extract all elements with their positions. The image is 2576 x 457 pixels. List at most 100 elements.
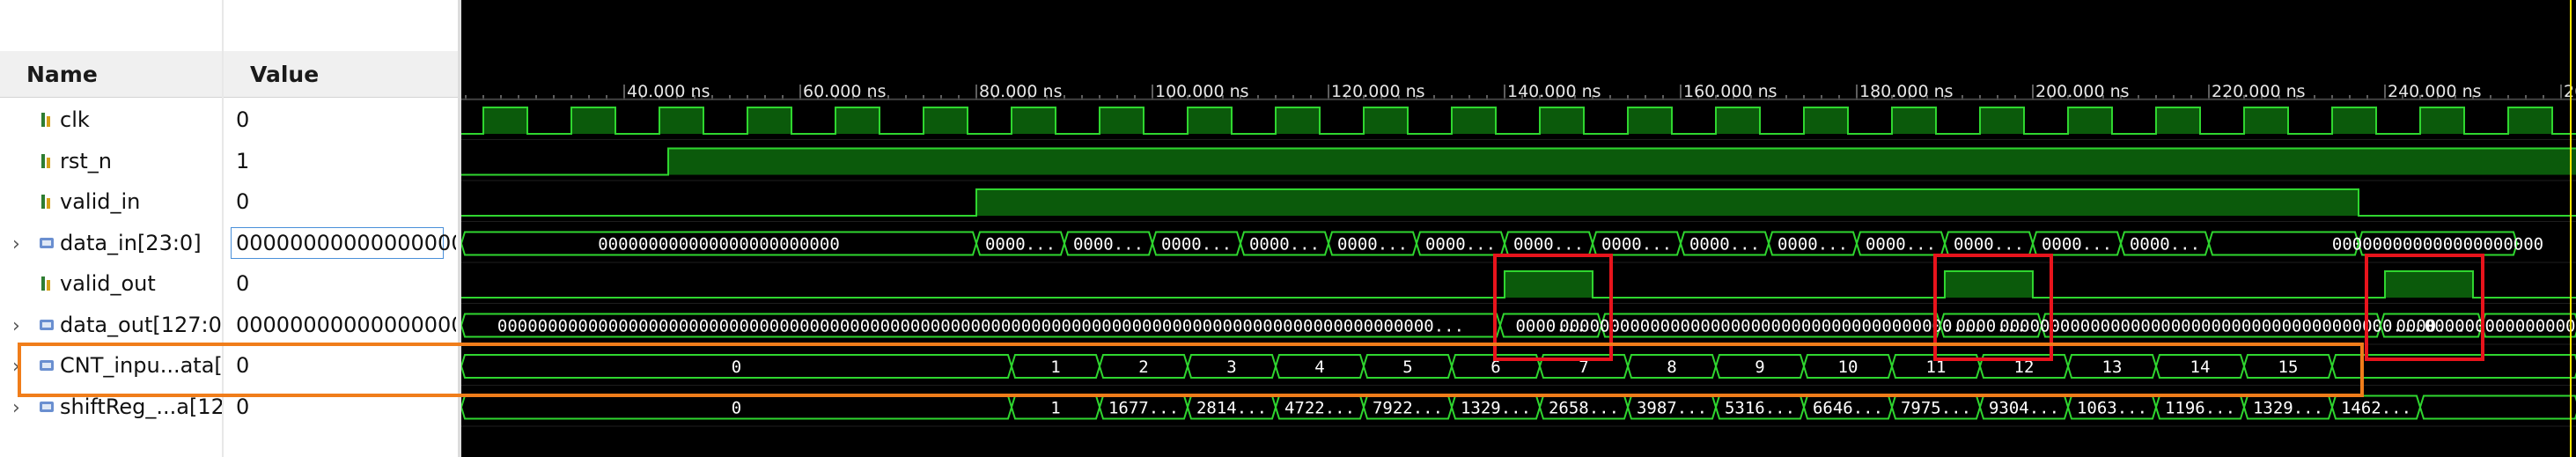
signal-name-label: valid_in: [60, 189, 141, 214]
shiftreg-value: 1462...: [2341, 399, 2411, 418]
signal-value-text: 0: [236, 189, 250, 214]
data-out-value: 000000000000000000000000000000000000000.…: [1559, 317, 1982, 336]
data-in-value: 0000...: [2042, 235, 2112, 254]
cnt-value: 14: [2190, 357, 2211, 377]
data-in-value: 0000...: [1161, 235, 1232, 254]
clk-high-fill: [659, 107, 703, 134]
shiftreg-value: 2658...: [1549, 399, 1619, 418]
clk-high-fill: [924, 107, 968, 134]
clk-high-fill: [835, 107, 880, 134]
signal-value-text: 1: [236, 148, 250, 173]
signal-value-row[interactable]: 1: [224, 142, 458, 182]
clk-high-fill: [747, 107, 791, 134]
data-in-value: 0000...: [1954, 235, 2024, 254]
signal-value-row[interactable]: 0: [224, 264, 458, 305]
signal-name-panel: Name clk rst_n valid_in › data_in[23:0]valid…: [0, 0, 222, 457]
data-in-value: 0000...: [1425, 235, 1496, 254]
shiftreg-value: 5316...: [1725, 399, 1795, 418]
signal-row-data-out-127-0-[interactable]: › data_out[127:0]: [0, 306, 222, 346]
shiftreg-value: 1196...: [2165, 399, 2235, 418]
bit-signal-icon: [41, 195, 50, 209]
bit-signal-icon: [41, 153, 50, 168]
valid-out-high-fill: [1945, 271, 2033, 298]
data-in-value: 0000...: [985, 235, 1056, 254]
name-header-label: Name: [26, 62, 98, 87]
shiftreg-value: 1329...: [2253, 399, 2323, 418]
data-in-value: 0000...: [1689, 235, 1760, 254]
shiftreg-value: 1677...: [1108, 399, 1179, 418]
signal-value-text: 00000000000000000000: [236, 230, 456, 255]
clk-high-fill: [1892, 107, 1936, 134]
bus-signal-icon: [40, 237, 54, 248]
expand-chevron-icon[interactable]: ›: [12, 356, 20, 378]
bus-signal-icon: [40, 360, 54, 371]
shiftreg-value: 4722...: [1284, 399, 1355, 418]
data-in-value: 0000...: [1337, 235, 1408, 254]
signal-value-text: 0: [236, 107, 250, 132]
cnt-value: 8: [1667, 357, 1676, 377]
clk-high-fill: [1276, 107, 1320, 134]
signal-row-valid-in[interactable]: valid_in: [0, 182, 222, 223]
data-in-value: 0000...: [1866, 235, 1936, 254]
signal-row-valid-out[interactable]: valid_out: [0, 264, 222, 305]
clk-high-fill: [2156, 107, 2200, 134]
shiftreg-value: 6646...: [1813, 399, 1883, 418]
clk-high-fill: [1188, 107, 1232, 134]
signal-name-label: rst_n: [60, 148, 112, 173]
clk-high-fill: [2068, 107, 2112, 134]
signal-name-label: shiftReg_...a[127: [60, 394, 222, 419]
rst-n-high-fill: [668, 148, 2576, 175]
signal-value-row[interactable]: 0: [224, 100, 458, 141]
value-column-header[interactable]: Value: [224, 51, 458, 98]
clk-high-fill: [1804, 107, 1848, 134]
cnt-value: 0: [732, 357, 741, 377]
waveform-canvas[interactable]: 40.000 ns 60.000 ns 80.000 ns 100.000 ns 120…: [461, 0, 2576, 457]
valid-in-high-fill: [976, 189, 2359, 216]
signal-value-text: 00000000000000000000: [236, 312, 456, 337]
clk-high-fill: [1716, 107, 1760, 134]
clk-high-fill: [1364, 107, 1408, 134]
signal-name-label: data_in[23:0]: [60, 230, 202, 255]
clk-high-fill: [1540, 107, 1584, 134]
expand-chevron-icon[interactable]: ›: [12, 397, 20, 419]
shiftreg-segment: [2418, 394, 2576, 420]
shiftreg-value: 7922...: [1373, 399, 1443, 418]
clk-high-fill: [1980, 107, 2024, 134]
cnt-value: 3: [1226, 357, 1236, 377]
bit-signal-icon: [41, 276, 50, 291]
signal-row-shiftreg-a-127[interactable]: › shiftReg_...a[127: [0, 387, 222, 428]
valid-out-high-fill: [1505, 271, 1593, 298]
data-out-value: 0000000000000000000000000000000000000000…: [497, 317, 1464, 336]
valid-out-high-fill: [2385, 271, 2473, 298]
signal-value-row[interactable]: 0: [224, 387, 458, 428]
signal-value-text: 0: [236, 271, 250, 296]
expand-chevron-icon[interactable]: ›: [12, 315, 20, 337]
signal-row-data-in-23-0-[interactable]: › data_in[23:0]: [0, 224, 222, 264]
signal-row-cnt-inpu-ata-3[interactable]: › CNT_inpu...ata[3: [0, 346, 222, 387]
name-column-header[interactable]: Name: [0, 51, 222, 98]
cnt-value: 1: [1050, 357, 1060, 377]
signal-name-label: data_out[127:0]: [60, 312, 222, 337]
signal-value-row[interactable]: 00000000000000000000: [224, 306, 458, 346]
data-out-value: 000000000000000000000: [2425, 317, 2576, 336]
bus-signal-icon: [40, 319, 54, 330]
data-in-value: 0000...: [2130, 235, 2200, 254]
signal-value-text: 0: [236, 394, 250, 419]
signal-row-clk[interactable]: clk: [0, 100, 222, 141]
signal-value-row[interactable]: 0: [224, 346, 458, 387]
clk-high-fill: [2508, 107, 2552, 134]
data-out-value: 000000000000000000000000000000000000000.…: [1999, 317, 2422, 336]
shiftreg-value: 0: [732, 399, 741, 418]
signal-name-label: clk: [60, 107, 90, 132]
signal-value-text: 0: [236, 353, 250, 378]
signal-value-row[interactable]: 0: [224, 182, 458, 223]
shiftreg-value: 9304...: [1989, 399, 2059, 418]
clk-high-fill: [1100, 107, 1144, 134]
cnt-value: 10: [1838, 357, 1858, 377]
expand-chevron-icon[interactable]: ›: [12, 233, 20, 255]
signal-row-rst-n[interactable]: rst_n: [0, 142, 222, 182]
clk-high-fill: [2332, 107, 2376, 134]
signal-value-row[interactable]: 00000000000000000000: [224, 224, 458, 264]
signal-name-label: CNT_inpu...ata[3: [60, 353, 222, 378]
shiftreg-value: 1063...: [2077, 399, 2147, 418]
